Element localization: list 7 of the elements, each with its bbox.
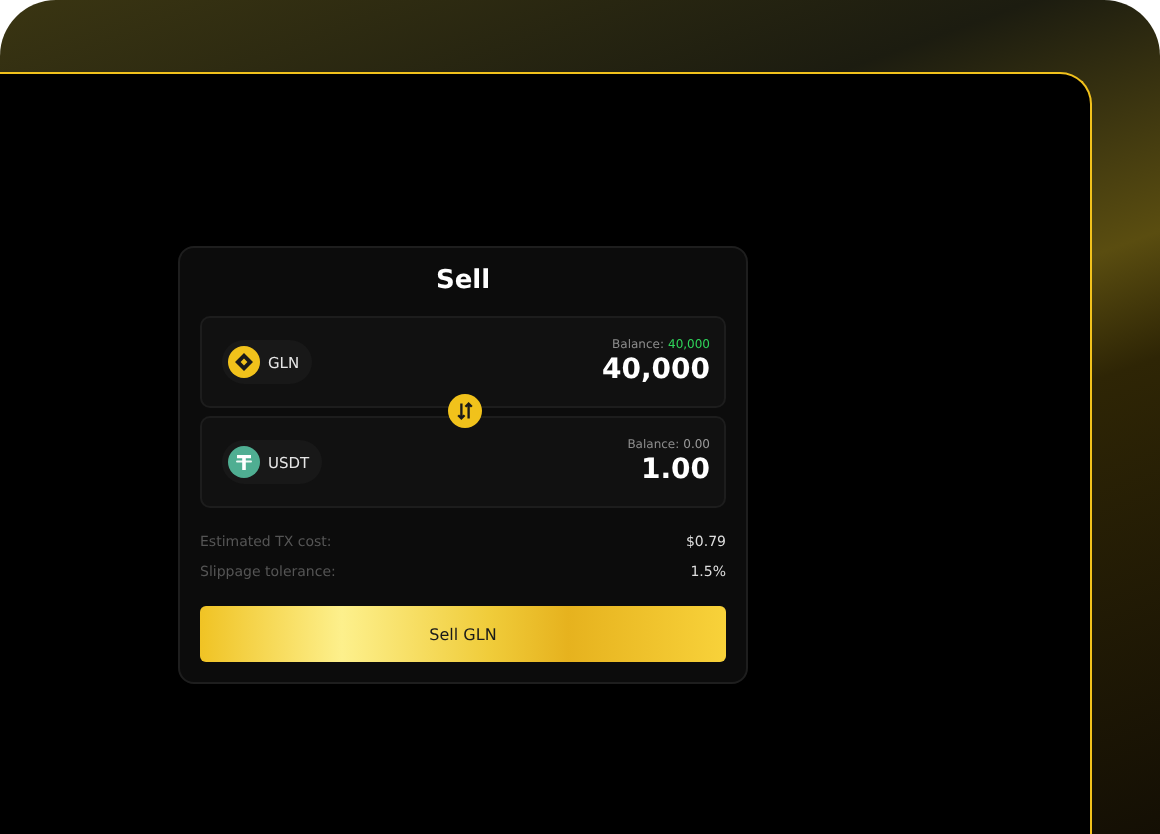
coin-icon [228,446,260,478]
swap-icon[interactable] [448,394,482,428]
coin-icon [228,346,260,378]
sell-button[interactable]: Sell GLN [200,606,726,662]
card-title: Sell [433,264,493,300]
amount-value: 40,000 [601,351,710,387]
amount-value: 1.00 [638,451,710,487]
